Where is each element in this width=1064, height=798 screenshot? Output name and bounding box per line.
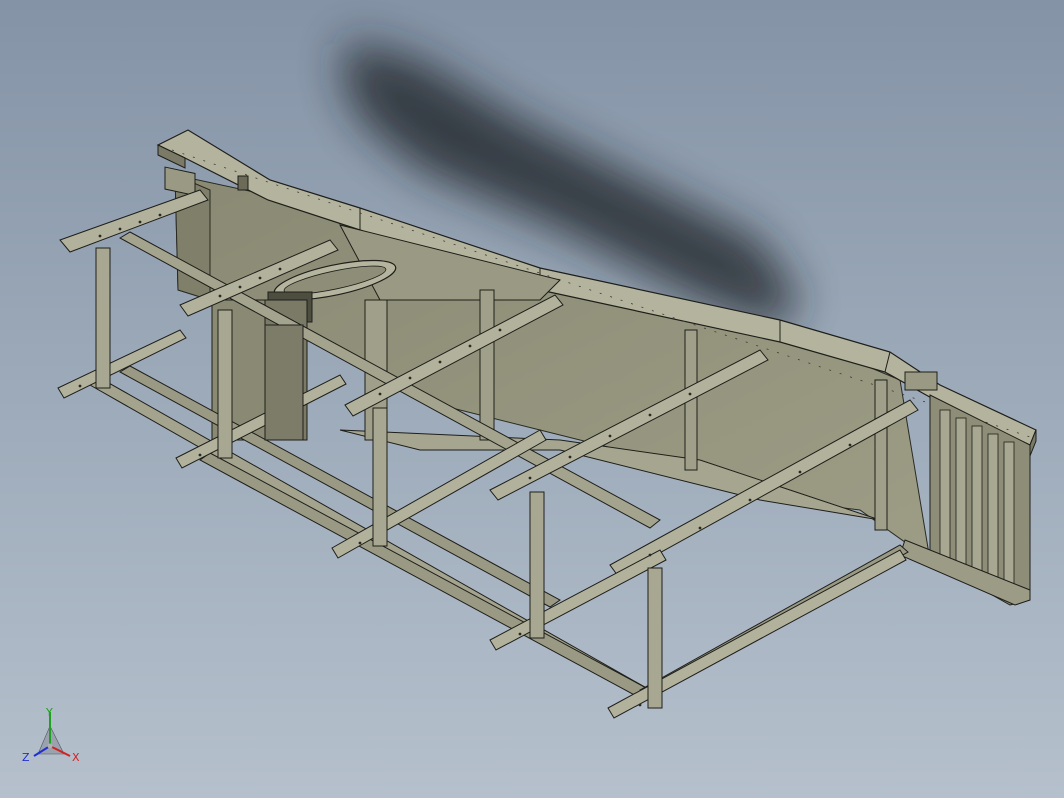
end-bracket-right[interactable] [904,371,938,391]
triad-y-label: Y [45,706,53,719]
triad-x-label: X [72,751,80,764]
cad-model-view[interactable]: Y X Z [0,0,1064,798]
triad-z-label: Z [22,751,30,764]
view-orientation-triad[interactable]: Y X Z [22,706,80,764]
graphics-viewport[interactable]: Y X Z [0,0,1064,798]
